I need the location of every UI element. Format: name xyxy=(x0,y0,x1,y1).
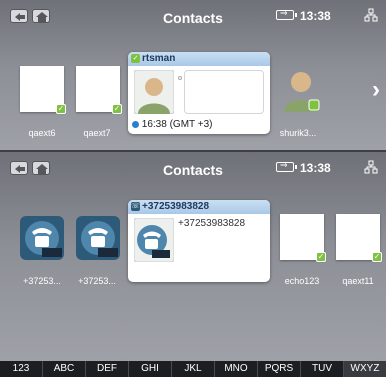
card-header: ☏ +37253983828 xyxy=(128,200,270,214)
top-bar: Contacts ⇒ 13:38 xyxy=(0,152,386,186)
selected-contact-card[interactable]: ✓ rtsman 16:38 (GMT +3) xyxy=(128,52,270,134)
contact-details-box xyxy=(184,70,264,114)
next-arrow-icon[interactable]: › xyxy=(372,76,380,104)
battery-icon: ⇒ xyxy=(276,8,297,20)
key-abc[interactable]: ABC xyxy=(43,361,86,377)
contact-label: qaext6 xyxy=(28,128,56,138)
avatar xyxy=(134,218,174,262)
online-status-icon: ✓ xyxy=(56,104,66,114)
contact-label: echo123 xyxy=(284,276,320,286)
contact-label: shurik3... xyxy=(279,128,317,138)
online-status-icon: ✓ xyxy=(372,252,382,262)
alpha-index-bar: 123 ABC DEF GHI JKL MNO PQRS TUV WXYZ xyxy=(0,361,386,377)
online-status-icon: ✓ xyxy=(131,54,140,63)
contact-label: +37253... xyxy=(23,276,61,286)
key-def[interactable]: DEF xyxy=(86,361,129,377)
contact-tile[interactable]: ✓ xyxy=(20,66,66,114)
contact-name: +37253983828 xyxy=(142,201,210,212)
top-bar: Contacts ⇒ 13:38 xyxy=(0,0,386,34)
network-icon xyxy=(364,8,378,22)
network-icon xyxy=(364,160,378,174)
contacts-screen-1: Contacts ⇒ 13:38 ✓ qaext6 ✓ qaext7 ✓ rts… xyxy=(0,0,386,152)
contacts-screen-2: Contacts ⇒ 13:38 +37253... +37253... ☏ +… xyxy=(0,152,386,361)
key-wxyz[interactable]: WXYZ xyxy=(344,361,386,377)
contact-label: qaext11 xyxy=(342,276,374,286)
contact-tile[interactable]: ✓ xyxy=(280,214,326,262)
avatar xyxy=(134,70,174,114)
contact-number: +37253983828 xyxy=(178,218,246,229)
key-jkl[interactable]: JKL xyxy=(172,361,215,377)
phone-icon: ☏ xyxy=(131,202,140,211)
contact-tile[interactable]: ✓ xyxy=(76,66,122,114)
status-dot xyxy=(178,76,182,80)
key-mno[interactable]: MNO xyxy=(215,361,258,377)
key-pqrs[interactable]: PQRS xyxy=(258,361,301,377)
selected-contact-card[interactable]: ☏ +37253983828 +37253983828 xyxy=(128,200,270,282)
contact-avatar[interactable] xyxy=(282,66,320,112)
key-123[interactable]: 123 xyxy=(0,361,43,377)
online-status-icon: ✓ xyxy=(316,252,326,262)
clock: 13:38 xyxy=(300,9,331,23)
battery-icon: ⇒ xyxy=(276,160,297,172)
phone-icon[interactable] xyxy=(20,216,64,260)
clock-icon xyxy=(132,120,139,128)
local-time-text: 16:38 (GMT +3) xyxy=(141,119,213,130)
contact-label: qaext7 xyxy=(83,128,111,138)
contact-name: rtsman xyxy=(142,53,176,64)
next-arrow-icon[interactable]: › xyxy=(373,220,380,243)
card-header: ✓ rtsman xyxy=(128,52,270,66)
contact-label: +37253... xyxy=(78,276,116,286)
phone-icon[interactable] xyxy=(76,216,120,260)
clock: 13:38 xyxy=(300,161,331,175)
key-ghi[interactable]: GHI xyxy=(129,361,172,377)
online-status-icon: ✓ xyxy=(112,104,122,114)
key-tuv[interactable]: TUV xyxy=(301,361,344,377)
local-time: 16:38 (GMT +3) xyxy=(132,119,212,130)
